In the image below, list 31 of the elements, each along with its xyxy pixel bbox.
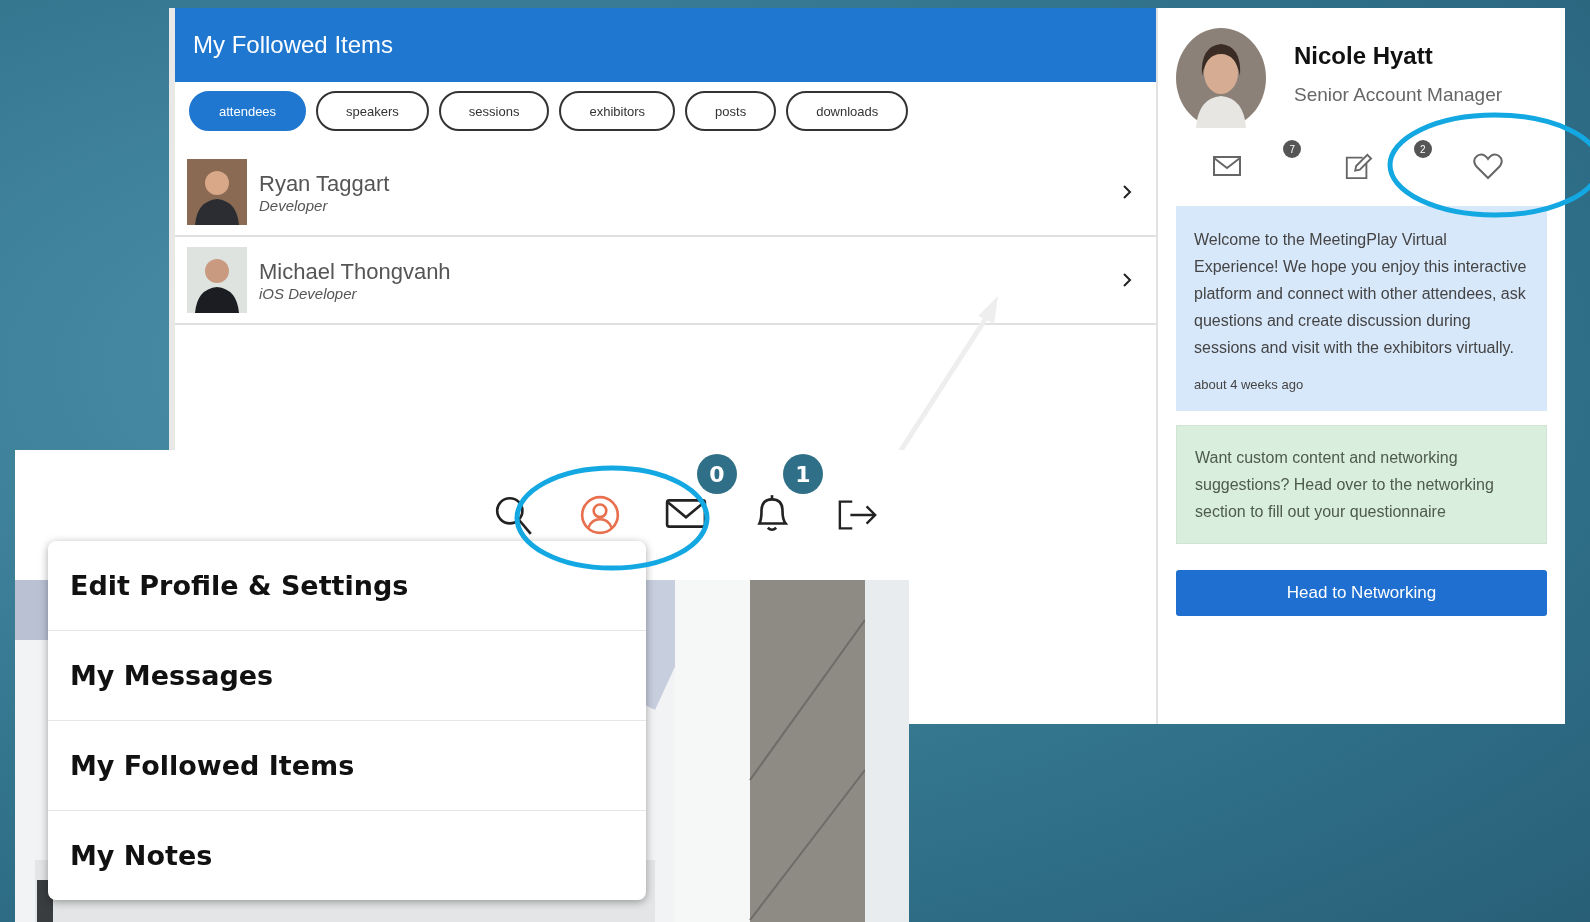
- person-row[interactable]: Ryan Taggart Developer: [175, 149, 1156, 237]
- welcome-message: Welcome to the MeetingPlay Virtual Experience! We hope you enjoy this interactive platform and connect with other attendees, ask questions and create discussion during sessions and visit with the exhibitors virtually.: [1194, 230, 1528, 358]
- networking-button[interactable]: Head to Networking: [1176, 570, 1547, 616]
- count-badge: 0: [697, 454, 737, 494]
- page-title: My Followed Items: [193, 31, 394, 59]
- person-name: Ryan Taggart: [259, 170, 390, 197]
- filter-tab[interactable]: downloads: [786, 91, 909, 131]
- count-badge: 2: [1413, 140, 1432, 158]
- profile-title: Senior Account Manager: [1294, 84, 1503, 106]
- menu-item[interactable]: My Messages: [48, 631, 646, 721]
- chevron-right-icon: [1122, 184, 1132, 200]
- chevron-right-icon: [1122, 272, 1132, 288]
- tip-message: Want custom content and networking suggestions? Head over to the networking section to fill out your questionnaire: [1195, 448, 1495, 522]
- filter-tab[interactable]: posts: [685, 91, 777, 131]
- menu-item[interactable]: My Notes: [48, 811, 646, 900]
- filter-tab[interactable]: speakers: [316, 91, 429, 131]
- filter-tab[interactable]: attendees: [189, 91, 307, 131]
- menu-item[interactable]: My Followed Items: [48, 721, 646, 811]
- menu-item[interactable]: Edit Profile & Settings: [48, 541, 646, 631]
- heart-icon[interactable]: [1473, 152, 1503, 180]
- profile-name: Nicole Hyatt: [1294, 42, 1433, 70]
- user-icon[interactable]: [579, 494, 621, 536]
- filter-tab[interactable]: sessions: [438, 91, 550, 131]
- timestamp: about 4 weeks ago: [1194, 377, 1304, 392]
- person-name: Michael Thongvanh: [259, 258, 451, 285]
- person-role: Developer: [259, 196, 328, 214]
- count-badge: 7: [1283, 140, 1302, 158]
- filter-tab[interactable]: exhibitors: [559, 91, 676, 131]
- count-badge: 1: [783, 454, 823, 494]
- person-role: iOS Developer: [259, 284, 357, 302]
- person-row[interactable]: Michael Thongvanh iOS Developer: [175, 237, 1156, 325]
